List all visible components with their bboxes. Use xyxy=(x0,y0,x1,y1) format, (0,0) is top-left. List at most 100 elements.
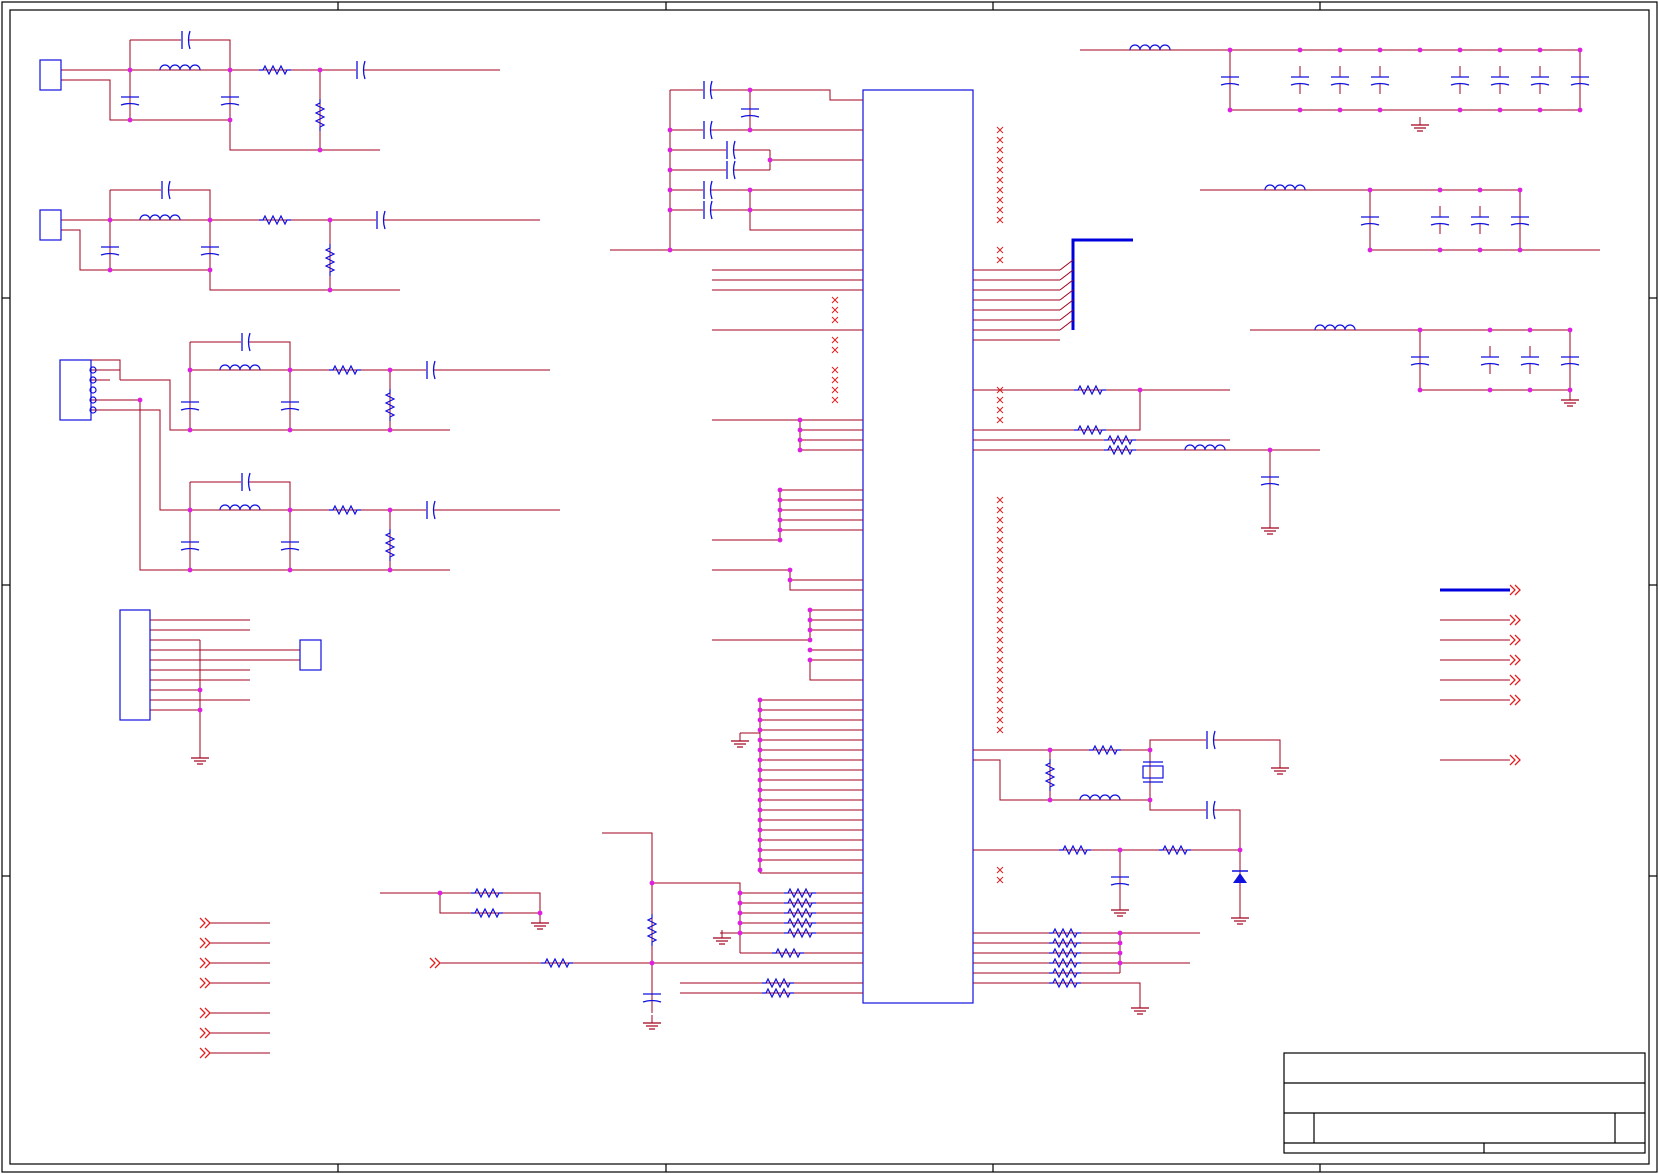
junction-dot xyxy=(1487,387,1493,393)
junction-dot xyxy=(1117,950,1123,956)
capacitor-icon[interactable] xyxy=(356,60,366,80)
junction-dot xyxy=(777,487,783,493)
junction-dot xyxy=(1367,187,1373,193)
junction-dot xyxy=(1227,47,1233,53)
junction-dot xyxy=(777,507,783,513)
junction-dot xyxy=(649,880,655,886)
capacitor-icon[interactable] xyxy=(703,180,713,200)
junction-dot xyxy=(807,607,813,613)
junction-dot xyxy=(317,67,323,73)
junction-dot xyxy=(387,567,393,573)
junction-dot xyxy=(737,910,743,916)
junction-dot xyxy=(537,910,543,916)
junction-dot xyxy=(1537,107,1543,113)
junction-dot xyxy=(1377,107,1383,113)
capacitor-icon[interactable] xyxy=(241,332,251,352)
capacitor-icon[interactable] xyxy=(726,140,736,160)
capacitor-icon[interactable] xyxy=(376,210,386,230)
junction-dot xyxy=(1047,797,1053,803)
junction-dot xyxy=(107,267,113,273)
junction-dot xyxy=(737,890,743,896)
junction-dot xyxy=(1457,47,1463,53)
junction-dot xyxy=(757,847,763,853)
junction-dot xyxy=(747,207,753,213)
junction-dot xyxy=(137,397,143,403)
junction-dot xyxy=(107,217,113,223)
junction-dot xyxy=(807,617,813,623)
junction-dot xyxy=(1417,387,1423,393)
junction-dot xyxy=(757,717,763,723)
capacitor-icon[interactable] xyxy=(703,120,713,140)
capacitor-icon[interactable] xyxy=(426,500,436,520)
junction-dot xyxy=(737,930,743,936)
capacitor-icon[interactable] xyxy=(703,200,713,220)
junction-dot xyxy=(1337,47,1343,53)
junction-dot xyxy=(757,827,763,833)
junction-dot xyxy=(1297,107,1303,113)
junction-dot xyxy=(227,67,233,73)
junction-dot xyxy=(667,187,673,193)
junction-dot xyxy=(757,817,763,823)
junction-dot xyxy=(197,707,203,713)
junction-dot xyxy=(797,427,803,433)
junction-dot xyxy=(287,567,293,573)
junction-dot xyxy=(747,127,753,133)
capacitor-icon[interactable] xyxy=(181,30,191,50)
junction-dot xyxy=(1147,797,1153,803)
junction-dot xyxy=(1367,247,1373,253)
capacitor-icon[interactable] xyxy=(426,360,436,380)
junction-dot xyxy=(649,960,655,966)
junction-dot xyxy=(1267,447,1273,453)
junction-dot xyxy=(1497,47,1503,53)
junction-dot xyxy=(1567,387,1573,393)
capacitor-icon[interactable] xyxy=(726,160,736,180)
junction-dot xyxy=(1457,107,1463,113)
schematic-sheet xyxy=(0,0,1659,1174)
junction-dot xyxy=(757,857,763,863)
junction-dot xyxy=(797,417,803,423)
junction-dot xyxy=(1567,327,1573,333)
junction-dot xyxy=(807,657,813,663)
junction-dot xyxy=(777,517,783,523)
junction-dot xyxy=(437,890,443,896)
junction-dot xyxy=(1517,187,1523,193)
junction-dot xyxy=(1117,847,1123,853)
junction-dot xyxy=(1297,47,1303,53)
junction-dot xyxy=(667,247,673,253)
sheet-background xyxy=(0,0,1659,1174)
junction-dot xyxy=(187,567,193,573)
capacitor-icon[interactable] xyxy=(703,80,713,100)
junction-dot xyxy=(1487,327,1493,333)
junction-dot xyxy=(1377,47,1383,53)
junction-dot xyxy=(757,787,763,793)
junction-dot xyxy=(287,507,293,513)
junction-dot xyxy=(197,687,203,693)
junction-dot xyxy=(327,217,333,223)
junction-dot xyxy=(207,217,213,223)
capacitor-icon[interactable] xyxy=(1206,800,1216,820)
junction-dot xyxy=(127,67,133,73)
junction-dot xyxy=(807,627,813,633)
junction-dot xyxy=(737,920,743,926)
junction-dot xyxy=(287,367,293,373)
junction-dot xyxy=(1477,247,1483,253)
capacitor-icon[interactable] xyxy=(1206,730,1216,750)
junction-dot xyxy=(1227,107,1233,113)
junction-dot xyxy=(327,287,333,293)
junction-dot xyxy=(667,167,673,173)
junction-dot xyxy=(667,127,673,133)
junction-dot xyxy=(757,797,763,803)
junction-dot xyxy=(287,427,293,433)
junction-dot xyxy=(187,427,193,433)
junction-dot xyxy=(787,577,793,583)
junction-dot xyxy=(1117,940,1123,946)
capacitor-icon[interactable] xyxy=(161,180,171,200)
junction-dot xyxy=(1577,47,1583,53)
junction-dot xyxy=(757,767,763,773)
junction-dot xyxy=(787,567,793,573)
capacitor-icon[interactable] xyxy=(241,472,251,492)
junction-dot xyxy=(777,537,783,543)
junction-dot xyxy=(1477,187,1483,193)
junction-dot xyxy=(757,777,763,783)
junction-dot xyxy=(387,367,393,373)
